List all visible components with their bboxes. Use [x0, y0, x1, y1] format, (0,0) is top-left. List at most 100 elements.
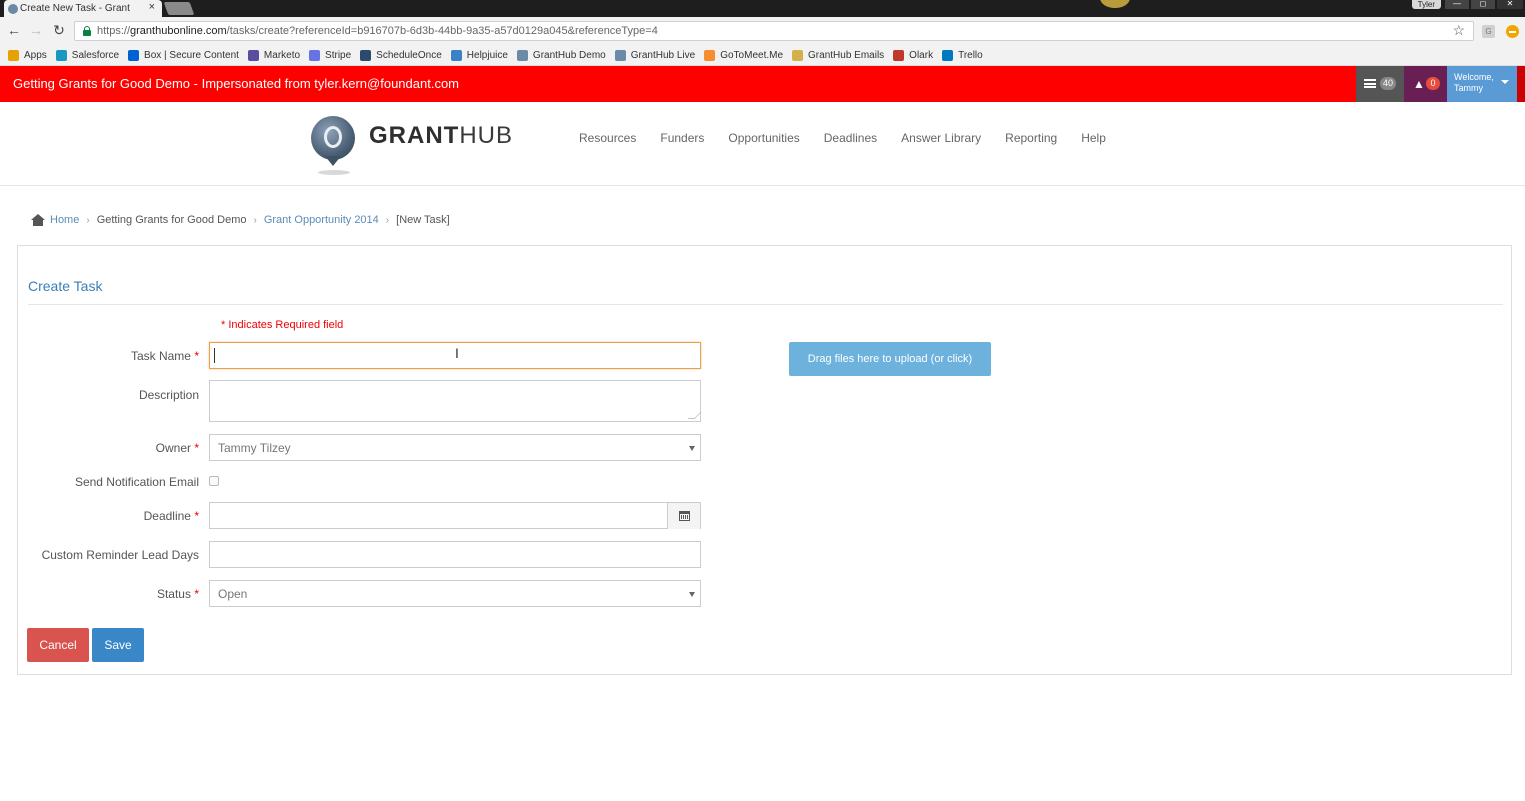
deadline-label: Deadline *	[144, 509, 199, 523]
olark-icon	[893, 49, 905, 61]
panel-divider	[28, 304, 1503, 305]
status-select[interactable]: Open	[209, 580, 701, 607]
user-menu[interactable]: Welcome, Tammy	[1447, 66, 1517, 102]
bookmark-star-icon[interactable]: ☆	[1452, 22, 1465, 39]
box-icon	[128, 49, 140, 61]
calendar-icon	[679, 511, 690, 521]
main-nav: Resources Funders Opportunities Deadline…	[579, 131, 1130, 145]
bookmark-label: Helpjuice	[466, 49, 508, 61]
task-name-input[interactable]: I	[209, 342, 701, 369]
description-label-row: Description	[18, 388, 199, 402]
email-icon	[792, 49, 804, 61]
back-arrow-icon[interactable]: ←	[6, 22, 22, 38]
forward-arrow-icon[interactable]: →	[28, 22, 44, 38]
breadcrumb-separator: ›	[385, 214, 390, 226]
mouse-ibeam-cursor-icon: I	[455, 345, 459, 361]
new-tab-button[interactable]	[163, 2, 195, 15]
bookmark-item[interactable]: Apps	[8, 49, 47, 61]
calendar-button[interactable]	[667, 503, 700, 529]
resize-grip-icon[interactable]	[687, 412, 702, 419]
granthub-icon	[516, 49, 528, 61]
required-field-note: * Indicates Required field	[221, 319, 344, 331]
bookmark-item[interactable]: Box | Secure Content	[128, 49, 239, 61]
status-label-row: Status *	[18, 587, 199, 601]
reload-icon[interactable]: ↻	[51, 22, 67, 38]
chevron-down-icon	[1501, 80, 1509, 84]
extension-orange-icon[interactable]	[1506, 25, 1519, 38]
logo-text-bold: GRANT	[369, 122, 460, 149]
logo-g-mark	[324, 126, 342, 148]
gotomeeting-icon	[704, 49, 716, 61]
status-selected-value: Open	[218, 587, 248, 601]
bookmark-item[interactable]: GrantHub Live	[614, 49, 695, 61]
cancel-button[interactable]: Cancel	[27, 628, 89, 662]
browser-toolbar: ← → ↻ https://granthubonline.com/tasks/c…	[0, 17, 1525, 45]
owner-selected-value: Tammy Tilzey	[218, 441, 291, 455]
bookmark-label: Box | Secure Content	[144, 49, 239, 61]
description-label: Description	[138, 388, 199, 402]
granthub-favicon-icon	[8, 4, 18, 14]
required-star: *	[194, 349, 199, 363]
create-task-panel: Create Task * Indicates Required field T…	[17, 245, 1512, 675]
lock-icon	[83, 26, 91, 36]
tab-close-icon[interactable]: ×	[149, 1, 155, 13]
bookmark-item[interactable]: GoToMeet.Me	[704, 49, 784, 61]
breadcrumb-home[interactable]: Home	[50, 214, 79, 226]
bookmark-item[interactable]: Helpjuice	[450, 49, 508, 61]
bookmark-item[interactable]: Marketo	[247, 49, 300, 61]
deadline-input[interactable]	[209, 502, 701, 529]
send-notification-checkbox[interactable]	[209, 476, 219, 486]
messages-button[interactable]: 40	[1356, 66, 1404, 102]
nav-funders[interactable]: Funders	[660, 131, 704, 145]
status-label: Status *	[157, 587, 199, 601]
bookmark-label: GoToMeet.Me	[720, 49, 784, 61]
bookmark-label: GrantHub Demo	[532, 49, 606, 61]
nav-resources[interactable]: Resources	[579, 131, 636, 145]
reminder-label-row: Custom Reminder Lead Days	[18, 548, 199, 562]
breadcrumb-opportunity[interactable]: Grant Opportunity 2014	[264, 214, 379, 226]
panel-title: Create Task	[28, 278, 103, 294]
nav-deadlines[interactable]: Deadlines	[824, 131, 877, 145]
bookmark-item[interactable]: ScheduleOnce	[360, 49, 442, 61]
breadcrumb: Home › Getting Grants for Good Demo › Gr…	[31, 214, 450, 226]
browser-tab[interactable]: Create New Task - Grant ×	[4, 0, 162, 17]
bookmark-item[interactable]: Trello	[942, 49, 983, 61]
required-star: *	[194, 587, 199, 601]
home-icon[interactable]	[31, 214, 45, 226]
nav-reporting[interactable]: Reporting	[1005, 131, 1057, 145]
bookmark-item[interactable]: Salesforce	[55, 49, 119, 61]
owner-label-row: Owner *	[18, 441, 199, 455]
extension-icon[interactable]: G	[1482, 25, 1495, 38]
description-textarea[interactable]	[209, 380, 702, 422]
owner-select[interactable]: Tammy Tilzey	[209, 434, 701, 461]
browser-tabbar: Create New Task - Grant × Tyler — ◻ ✕	[0, 0, 1525, 17]
bookmark-item[interactable]: Stripe	[309, 49, 352, 61]
required-star: *	[194, 509, 199, 523]
bookmark-item[interactable]: GrantHub Demo	[516, 49, 606, 61]
window-maximize-button[interactable]: ◻	[1471, 0, 1495, 9]
window-user-badge[interactable]: Tyler	[1411, 0, 1441, 9]
bookmark-item[interactable]: GrantHub Emails	[792, 49, 885, 61]
task-name-label-row: Task Name *	[18, 349, 199, 363]
bookmark-label: Stripe	[325, 49, 352, 61]
notifications-button[interactable]: ▲ 0	[1404, 66, 1447, 102]
reminder-days-input[interactable]	[209, 541, 701, 568]
bookmark-label: Apps	[24, 49, 47, 61]
nav-answer-library[interactable]: Answer Library	[901, 131, 981, 145]
breadcrumb-organization[interactable]: Getting Grants for Good Demo	[97, 214, 247, 226]
send-notification-label: Send Notification Email	[74, 475, 199, 489]
upload-dropzone-button[interactable]: Drag files here to upload (or click)	[789, 342, 991, 376]
window-close-button[interactable]: ✕	[1497, 0, 1523, 9]
marketo-icon	[247, 49, 259, 61]
url-path: /tasks/create?referenceId=b916707b-6d3b-…	[226, 25, 658, 37]
nav-help[interactable]: Help	[1081, 131, 1106, 145]
granthub-logo-text[interactable]: GRANTHUB	[369, 122, 513, 150]
nav-opportunities[interactable]: Opportunities	[728, 131, 799, 145]
save-button[interactable]: Save	[92, 628, 144, 662]
window-minimize-button[interactable]: —	[1445, 0, 1469, 9]
bookmark-item[interactable]: Olark	[893, 49, 933, 61]
address-bar[interactable]: https://granthubonline.com/tasks/create?…	[74, 21, 1474, 41]
profile-orb-icon	[1100, 0, 1130, 8]
helpjuice-icon	[450, 49, 462, 61]
bookmark-label: GrantHub Emails	[808, 49, 885, 61]
